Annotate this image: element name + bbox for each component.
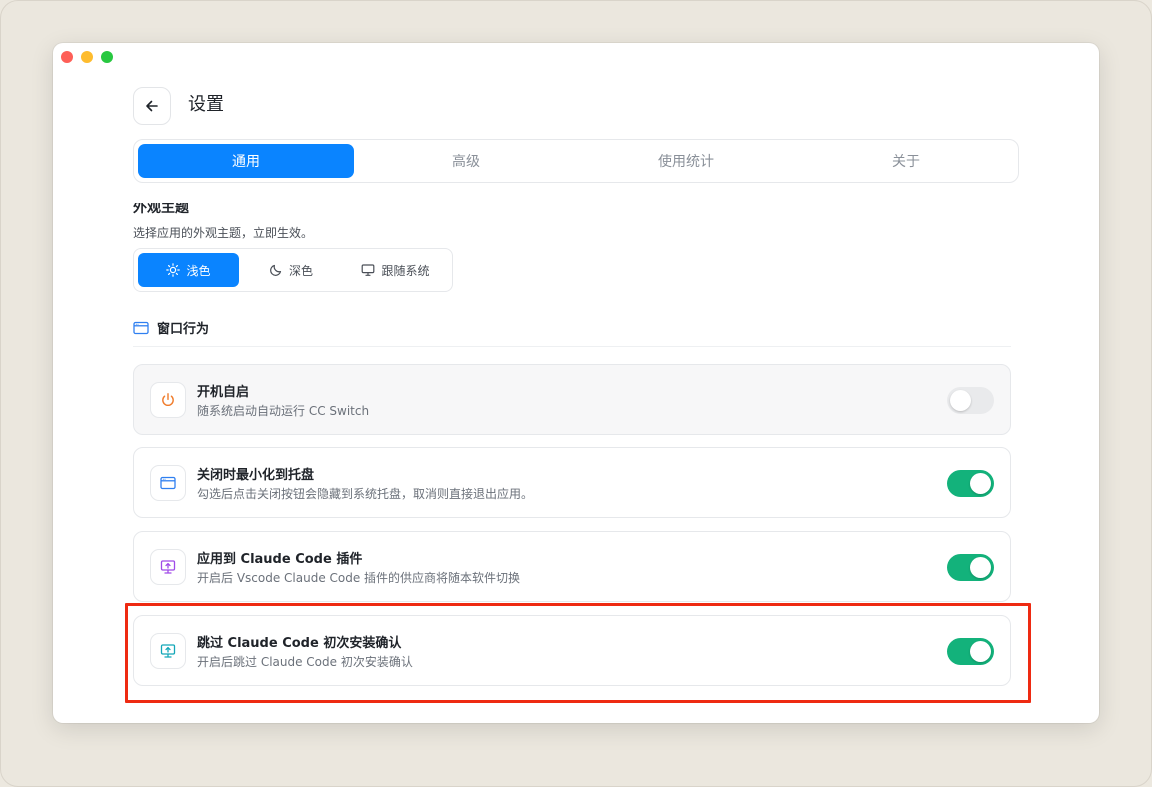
theme-system-label: 跟随系统: [381, 263, 430, 278]
theme-selector: 浅色 深色 跟随系统: [133, 248, 453, 292]
page-title: 设置: [188, 94, 224, 115]
setting-description: 勾选后点击关闭按钮会隐藏到系统托盘，取消则直接退出应用。: [197, 487, 534, 501]
tab-about[interactable]: 关于: [798, 144, 1014, 178]
theme-dark-option[interactable]: 深色: [243, 253, 339, 287]
setting-icon-box: [150, 382, 186, 418]
window-behavior-title: 窗口行为: [157, 322, 210, 337]
setting-icon-box: [150, 465, 186, 501]
setting-title: 关闭时最小化到托盘: [197, 468, 315, 483]
setting-title: 应用到 Claude Code 插件: [197, 552, 363, 567]
sun-icon: [166, 263, 181, 277]
presentation-icon: [160, 560, 176, 574]
monitor-icon: [362, 264, 375, 276]
moon-icon: [270, 264, 282, 276]
launch-at-login-toggle[interactable]: [947, 387, 994, 414]
setting-description: 随系统启动自动运行 CC Switch: [197, 404, 370, 418]
theme-light-label: 浅色: [186, 263, 211, 278]
setting-apply-to-claude-plugin: 应用到 Claude Code 插件 开启后 Vscode Claude Cod…: [133, 531, 1011, 602]
window-icon: [133, 321, 149, 334]
tab-usage-stats[interactable]: 使用统计: [578, 144, 794, 178]
highlight-annotation-box: [125, 603, 1031, 703]
appearance-section-title: 外观主题: [133, 203, 189, 215]
toggle-knob: [970, 557, 991, 578]
setting-launch-at-login: 开机自启 随系统启动自动运行 CC Switch: [133, 364, 1011, 435]
appearance-description: 选择应用的外观主题，立即生效。: [133, 226, 314, 240]
maximize-window-button[interactable]: [101, 51, 113, 63]
section-divider: [133, 346, 1011, 347]
minimize-window-button[interactable]: [81, 51, 93, 63]
close-window-button[interactable]: [61, 51, 73, 63]
toggle-knob: [950, 390, 971, 411]
window-behavior-header: 窗口行为: [133, 318, 209, 337]
window-controls: [61, 51, 113, 63]
back-button[interactable]: [133, 87, 171, 125]
window-icon: [160, 476, 176, 490]
setting-icon-box: [150, 549, 186, 585]
arrow-left-icon: [146, 100, 158, 112]
setting-title: 开机自启: [197, 385, 250, 400]
tab-advanced[interactable]: 高级: [358, 144, 574, 178]
tab-general[interactable]: 通用: [138, 144, 354, 178]
toggle-knob: [970, 473, 991, 494]
settings-tabs: 通用 高级 使用统计 关于: [133, 139, 1019, 183]
minimize-to-tray-toggle[interactable]: [947, 470, 994, 497]
setting-minimize-to-tray: 关闭时最小化到托盘 勾选后点击关闭按钮会隐藏到系统托盘，取消则直接退出应用。: [133, 447, 1011, 518]
power-icon: [162, 393, 174, 407]
theme-dark-label: 深色: [288, 263, 313, 278]
theme-light-option[interactable]: 浅色: [138, 253, 239, 287]
setting-description: 开启后 Vscode Claude Code 插件的供应商将随本软件切换: [197, 571, 521, 585]
theme-system-option[interactable]: 跟随系统: [343, 253, 448, 287]
apply-to-claude-plugin-toggle[interactable]: [947, 554, 994, 581]
